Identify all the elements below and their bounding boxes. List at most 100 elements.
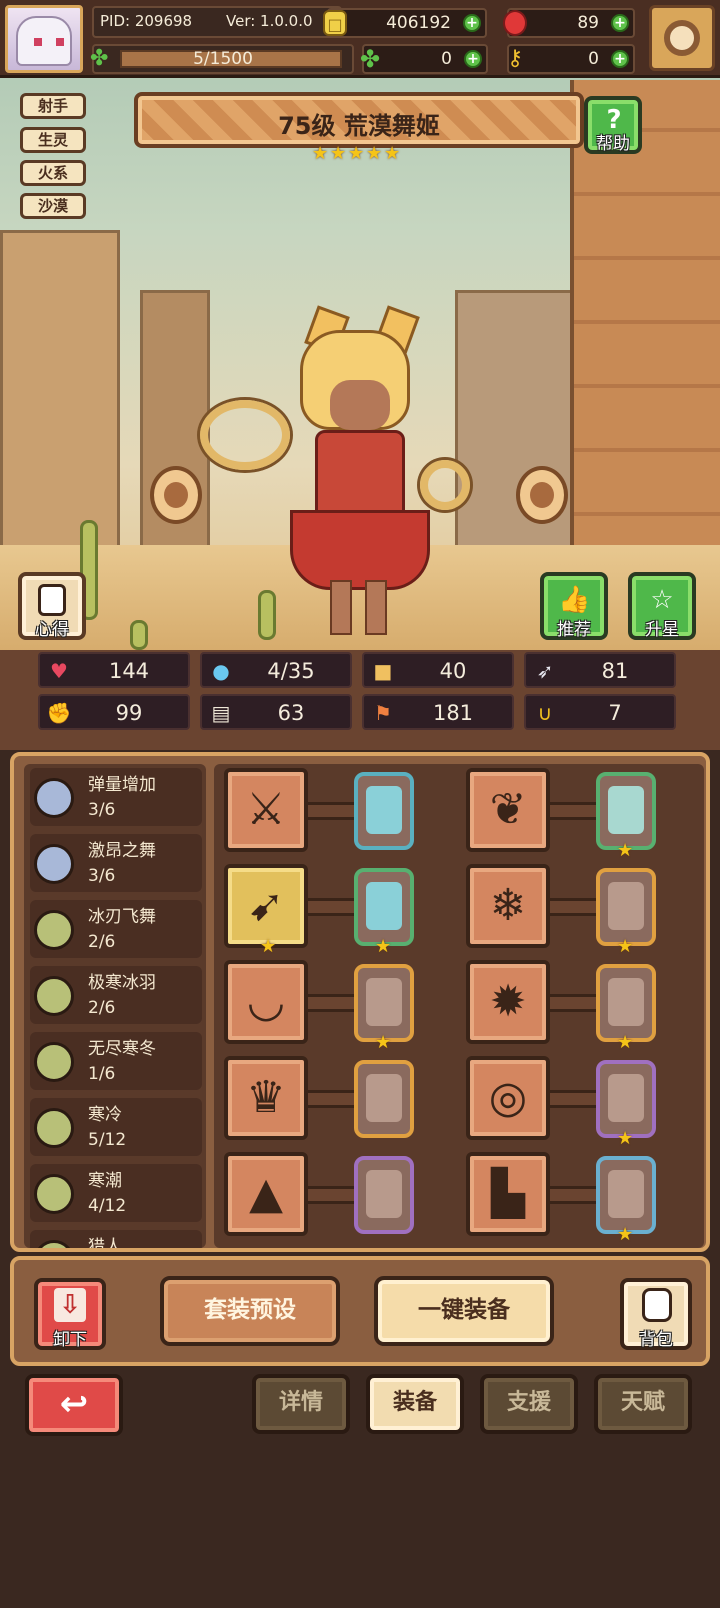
skill-item[interactable]: 寒潮 4/12 xyxy=(30,1164,202,1222)
avatar-eye xyxy=(34,38,42,46)
skill-name: 冰刃飞舞 xyxy=(88,907,156,927)
set-preset-button[interactable]: 套装预设 xyxy=(160,1276,340,1346)
star-icon: ★ xyxy=(330,143,347,164)
player-avatar[interactable] xyxy=(5,5,83,73)
equip-slot-ice-armor[interactable]: ❄ xyxy=(466,864,550,948)
recommend-label: 推荐 xyxy=(557,620,591,640)
stat-flag: ⚑ 181 xyxy=(362,694,514,730)
equip-slot-sun-ring[interactable]: ✹ xyxy=(466,960,550,1044)
fist-icon: ✊ xyxy=(46,701,72,725)
star-up-button[interactable]: ☆ 升星 xyxy=(628,572,696,640)
skill-progress: 3/6 xyxy=(88,800,116,820)
scroll-icon xyxy=(38,584,66,616)
key-value: 0 xyxy=(588,49,599,69)
unload-button[interactable]: ⇩ 卸下 xyxy=(34,1278,106,1350)
one-click-equip-button[interactable]: 一键装备 xyxy=(374,1276,554,1346)
clover-counter: ✤ 0 + xyxy=(360,44,488,74)
skill-item[interactable]: 弹量增加 3/6 xyxy=(30,768,202,826)
rune-icon xyxy=(366,1074,402,1122)
skill-badge-icon xyxy=(34,976,74,1016)
rune-socket[interactable] xyxy=(354,772,414,850)
rune-star-icon: ★ xyxy=(617,1224,634,1245)
skill-progress: 2/6 xyxy=(88,932,116,952)
rune-socket[interactable] xyxy=(596,964,656,1042)
game-screen: PID: 209698 Ver: 1.0.0.0 ✤ 5/1500 □ 4061… xyxy=(0,0,720,1608)
equip-slot-necklace-red[interactable]: ❦ xyxy=(466,768,550,852)
equip-slot-arrow[interactable]: ➹ ★ xyxy=(224,864,308,956)
water-drop-icon: ● xyxy=(212,659,230,683)
rotate-left-disc[interactable] xyxy=(150,466,202,524)
skill-item[interactable]: 无尽寒冬 1/6 xyxy=(30,1032,202,1090)
red-belt-icon: ◎ xyxy=(488,1072,528,1123)
rotate-right-disc[interactable] xyxy=(516,466,568,524)
tag-element: 火系 xyxy=(20,160,86,186)
skill-badge-icon xyxy=(34,844,74,884)
action-bar: ⇩ 卸下 套装预设 一键装备 背包 xyxy=(10,1256,710,1366)
skill-item[interactable]: 激昂之舞 3/6 xyxy=(30,834,202,892)
tab-support[interactable]: 支援 xyxy=(480,1374,578,1434)
equip-slot-ice-collar[interactable]: ◡ xyxy=(224,960,308,1044)
rune-socket[interactable] xyxy=(596,1060,656,1138)
equip-slot-red-belt[interactable]: ◎ xyxy=(466,1056,550,1140)
rune-socket[interactable] xyxy=(354,1156,414,1234)
help-label: 帮助 xyxy=(596,134,630,154)
equip-slot-ice-helm[interactable]: ▲ xyxy=(224,1152,308,1236)
hero-star-rating: ★ ★ ★ ★ ★ xyxy=(312,144,408,166)
skill-item[interactable]: 极寒冰羽 2/6 xyxy=(30,966,202,1024)
star-icon: ★ xyxy=(348,143,365,164)
stat-value: 181 xyxy=(432,701,474,725)
skill-item[interactable]: 冰刃飞舞 2/6 xyxy=(30,900,202,958)
stat-book: ▤ 63 xyxy=(200,694,352,730)
equip-slot-crossbow[interactable]: ⚔ xyxy=(224,768,308,852)
rune-icon xyxy=(366,1170,402,1218)
skill-name: 猎人 xyxy=(88,1237,122,1248)
stat-heart: ♥ 144 xyxy=(38,652,190,688)
rune-socket[interactable] xyxy=(354,868,414,946)
hero-title: 75级 荒漠舞姬 xyxy=(278,112,440,140)
tab-equipment[interactable]: 装备 xyxy=(366,1374,464,1434)
insight-button[interactable]: 心得 xyxy=(18,572,86,640)
back-button[interactable]: ↩ xyxy=(25,1374,123,1436)
help-button[interactable]: ? 帮助 xyxy=(584,96,642,154)
stat-value: 7 xyxy=(608,701,622,725)
skill-item[interactable]: 寒冷 5/12 xyxy=(30,1098,202,1156)
equip-slot-ice-boots[interactable]: ▙ xyxy=(466,1152,550,1236)
settings-button[interactable] xyxy=(649,5,715,71)
ice-armor-icon: ❄ xyxy=(489,880,527,931)
top-bar: PID: 209698 Ver: 1.0.0.0 ✤ 5/1500 □ 4061… xyxy=(0,0,720,78)
add-key-button[interactable]: + xyxy=(611,50,629,68)
equipment-grid: ⚔ ❦ ★ ➹ ★ ★ ❄ ★ ◡ ★ ✹ ★ ♛ ◎ ★ ▲ ▙ ★ xyxy=(214,764,704,1248)
rune-socket[interactable] xyxy=(354,964,414,1042)
stat-value: 144 xyxy=(108,659,150,683)
star-icon: ★ xyxy=(312,143,329,164)
rune-socket[interactable] xyxy=(354,1060,414,1138)
add-ruby-button[interactable]: + xyxy=(611,14,629,32)
equip-slot-ice-crown[interactable]: ♛ xyxy=(224,1056,308,1140)
gold-value: 406192 xyxy=(386,13,451,33)
add-clover-button[interactable]: + xyxy=(464,50,482,68)
add-gold-button[interactable]: + xyxy=(463,14,481,32)
pid-text: PID: 209698 xyxy=(100,12,193,30)
ice-crown-icon: ♛ xyxy=(246,1072,286,1123)
backpack-button[interactable]: 背包 xyxy=(620,1278,692,1350)
arrow-down-icon: ⇩ xyxy=(54,1288,86,1322)
energy-text: 5/1500 xyxy=(193,49,253,69)
rune-icon xyxy=(608,882,644,930)
backpack-icon xyxy=(642,1288,672,1322)
flag-icon: ⚑ xyxy=(374,701,392,725)
skill-item[interactable]: 猎人 xyxy=(30,1230,202,1248)
hero-skirt xyxy=(290,510,430,590)
tab-details[interactable]: 详情 xyxy=(252,1374,350,1434)
rune-socket[interactable] xyxy=(596,868,656,946)
skill-badge-icon xyxy=(34,1240,74,1248)
stat-water-drop: ● 4/35 xyxy=(200,652,352,688)
rune-socket[interactable] xyxy=(596,772,656,850)
key-counter: ⚷ 0 + xyxy=(507,44,635,74)
recommend-button[interactable]: 👍 推荐 xyxy=(540,572,608,640)
ruby-counter: 89 + xyxy=(503,8,635,38)
skill-list: 弹量增加 3/6 激昂之舞 3/6 冰刃飞舞 2/6 极寒冰羽 2/6 无尽寒冬 1/6 寒冷 5/1… xyxy=(24,764,206,1248)
rune-socket[interactable] xyxy=(596,1156,656,1234)
tab-talent[interactable]: 天赋 xyxy=(594,1374,692,1434)
rune-icon xyxy=(366,786,402,834)
clover-value: 0 xyxy=(441,49,452,69)
